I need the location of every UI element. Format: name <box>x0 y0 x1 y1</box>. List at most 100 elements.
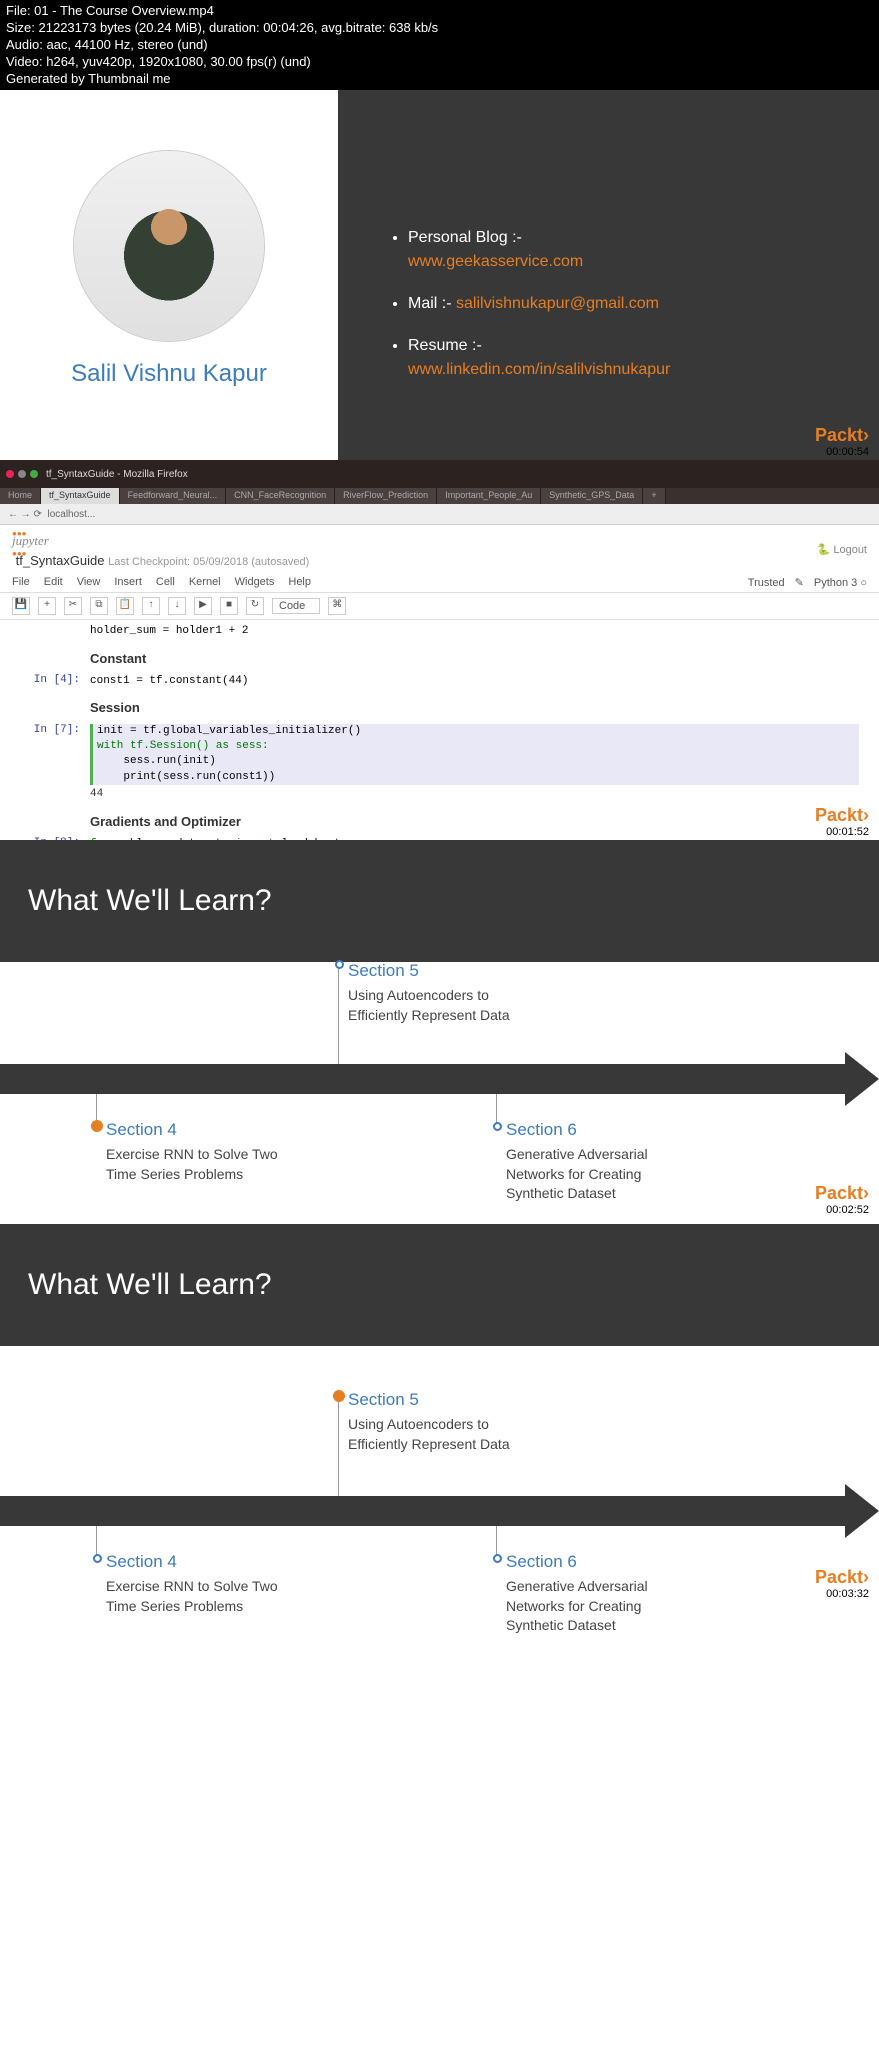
trusted-badge: Trusted <box>748 577 785 589</box>
timestamp: 00:02:52 <box>826 1204 869 1216</box>
stop-icon[interactable]: ■ <box>220 597 238 615</box>
packt-logo: Packt› <box>815 805 869 826</box>
section-desc: Exercise RNN to Solve Two Time Series Pr… <box>106 1577 286 1616</box>
meta-video: Video: h264, yuv420p, 1920x1080, 30.00 f… <box>6 54 873 71</box>
browser-tab[interactable]: CNN_FaceRecognition <box>226 488 335 504</box>
section-6-block: Section 6 Generative Adversarial Network… <box>506 1550 686 1636</box>
paste-icon[interactable]: 📋 <box>116 597 134 615</box>
section-6-block: Section 6 Generative Adversarial Network… <box>506 1118 686 1204</box>
browser-tab[interactable]: + <box>643 488 665 504</box>
packt-logo: Packt› <box>815 425 869 446</box>
browser-tab[interactable]: Home <box>0 488 41 504</box>
arrow-head-icon <box>845 1484 879 1538</box>
command-palette-icon[interactable]: ⌘ <box>328 597 346 615</box>
jupyter-toolbar: 💾 + ✂ ⧉ 📋 ↑ ↓ ▶ ■ ↻ Code ⌘ <box>0 593 879 620</box>
browser-tab[interactable]: tf_SyntaxGuide <box>41 488 120 504</box>
section-5-block: Section 5 Using Autoencoders to Efficien… <box>348 1388 528 1454</box>
code-cell[interactable]: init = tf.global_variables_initializer()… <box>90 724 859 786</box>
window-min-icon[interactable] <box>18 470 26 478</box>
browser-titlebar: tf_SyntaxGuide - Mozilla Firefox <box>0 460 879 488</box>
move-up-icon[interactable]: ↑ <box>142 597 160 615</box>
section-dot-icon <box>91 1120 103 1132</box>
save-icon[interactable]: 💾 <box>12 597 30 615</box>
mail-item: Mail :- salilvishnukapur@gmail.com <box>408 292 849 316</box>
section-dot-icon <box>493 1122 502 1131</box>
browser-tab[interactable]: RiverFlow_Prediction <box>335 488 437 504</box>
restart-icon[interactable]: ↻ <box>246 597 264 615</box>
browser-tab[interactable]: Important_People_Au <box>437 488 541 504</box>
address-bar[interactable]: ← → ⟳ localhost... <box>0 504 879 525</box>
celltype-dropdown[interactable]: Code <box>272 598 320 614</box>
section-desc: Using Autoencoders to Efficiently Repres… <box>348 1415 528 1454</box>
stem-line <box>338 964 339 1064</box>
mail-link[interactable]: salilvishnukapur@gmail.com <box>456 295 659 312</box>
menu-kernel[interactable]: Kernel <box>189 576 221 589</box>
packt-corner: Packt› 00:03:32 <box>815 1567 869 1600</box>
section-heading: Session <box>90 699 859 717</box>
file-metadata: File: 01 - The Course Overview.mp4 Size:… <box>0 0 879 90</box>
slide-learn-1: What We'll Learn? Section 5 Using Autoen… <box>0 840 879 1224</box>
section-dot-icon <box>93 1554 102 1563</box>
window-title: tf_SyntaxGuide - Mozilla Firefox <box>46 469 188 480</box>
window-close-icon[interactable] <box>6 470 14 478</box>
timestamp: 00:01:52 <box>826 826 869 838</box>
intro-left: Salil Vishnu Kapur <box>0 90 338 460</box>
section-heading: Gradients and Optimizer <box>90 813 859 831</box>
cut-icon[interactable]: ✂ <box>64 597 82 615</box>
meta-generated: Generated by Thumbnail me <box>6 71 873 88</box>
menu-widgets[interactable]: Widgets <box>235 576 275 589</box>
author-photo <box>73 150 265 342</box>
timestamp: 00:03:32 <box>826 1588 869 1600</box>
section-4-block: Section 4 Exercise RNN to Solve Two Time… <box>106 1118 286 1184</box>
section-dot-icon <box>493 1554 502 1563</box>
cell-prompt: In [7]: <box>20 724 90 786</box>
code-line[interactable]: holder_sum = holder1 + 2 <box>90 624 859 639</box>
menu-help[interactable]: Help <box>288 576 311 589</box>
section-4-block: Section 4 Exercise RNN to Solve Two Time… <box>106 1550 286 1616</box>
blog-link[interactable]: www.geekasservice.com <box>408 253 583 270</box>
logout-link[interactable]: 🐍 Logout <box>817 543 867 556</box>
browser-tabs: Home tf_SyntaxGuide Feedforward_Neural..… <box>0 488 879 504</box>
timeline-arrow <box>0 1496 859 1526</box>
section-5-block: Section 5 Using Autoencoders to Efficien… <box>348 959 528 1025</box>
timestamp: 00:00:54 <box>826 446 869 458</box>
packt-corner: Packt› 00:02:52 <box>815 1183 869 1216</box>
intro-right: Personal Blog :-www.geekasservice.com Ma… <box>338 90 879 460</box>
author-name: Salil Vishnu Kapur <box>71 360 267 388</box>
notebook-title[interactable]: tf_SyntaxGuide <box>16 553 105 568</box>
menu-insert[interactable]: Insert <box>114 576 142 589</box>
jupyter-header: jupyter tf_SyntaxGuide Last Checkpoint: … <box>0 525 879 573</box>
learn-title: What We'll Learn? <box>0 1224 879 1346</box>
edit-icon[interactable]: ✎ <box>795 576 804 589</box>
slide-jupyter: tf_SyntaxGuide - Mozilla Firefox Home tf… <box>0 460 879 840</box>
meta-size: Size: 21223173 bytes (20.24 MiB), durati… <box>6 20 873 37</box>
cell-output: 44 <box>90 787 859 802</box>
timeline-arrow <box>0 1064 859 1094</box>
browser-tab[interactable]: Synthetic_GPS_Data <box>541 488 643 504</box>
menu-file[interactable]: File <box>12 576 30 589</box>
menu-view[interactable]: View <box>77 576 101 589</box>
menu-cell[interactable]: Cell <box>156 576 175 589</box>
jupyter-menubar: File Edit View Insert Cell Kernel Widget… <box>0 573 879 593</box>
section-title: Section 4 <box>106 1550 286 1574</box>
section-desc: Exercise RNN to Solve Two Time Series Pr… <box>106 1145 286 1184</box>
section-desc: Using Autoencoders to Efficiently Repres… <box>348 986 528 1025</box>
packt-logo: Packt› <box>815 1183 869 1204</box>
resume-link[interactable]: www.linkedin.com/in/salilvishnukapur <box>408 361 670 378</box>
menu-edit[interactable]: Edit <box>44 576 63 589</box>
section-title: Section 6 <box>506 1118 686 1142</box>
cell-prompt: In [4]: <box>20 674 90 689</box>
run-icon[interactable]: ▶ <box>194 597 212 615</box>
section-heading: Constant <box>90 650 859 668</box>
packt-corner: Packt› 00:01:52 <box>815 805 869 838</box>
code-cell[interactable]: const1 = tf.constant(44) <box>90 674 859 689</box>
copy-icon[interactable]: ⧉ <box>90 597 108 615</box>
move-down-icon[interactable]: ↓ <box>168 597 186 615</box>
meta-file: File: 01 - The Course Overview.mp4 <box>6 3 873 20</box>
section-dot-icon <box>333 1390 345 1402</box>
section-dot-icon <box>335 960 344 969</box>
section-title: Section 4 <box>106 1118 286 1142</box>
add-cell-icon[interactable]: + <box>38 597 56 615</box>
browser-tab[interactable]: Feedforward_Neural... <box>120 488 227 504</box>
window-max-icon[interactable] <box>30 470 38 478</box>
